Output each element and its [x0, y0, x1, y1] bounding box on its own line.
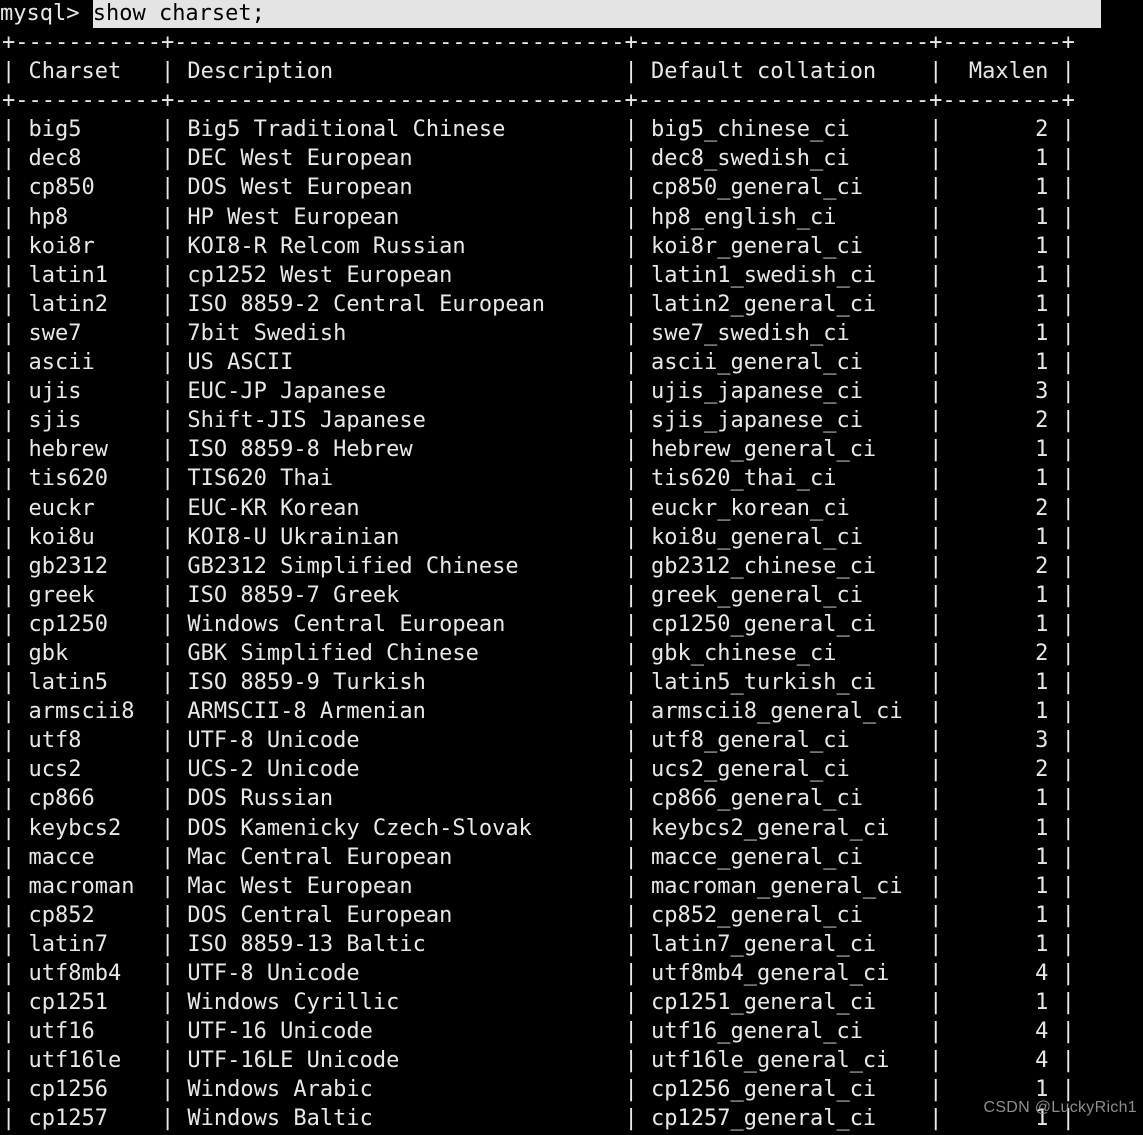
table-row: | big5 | Big5 Traditional Chinese | big5… — [2, 117, 1075, 143]
prompt-line: mysql> show charset; — [0, 0, 1143, 28]
table-row: | cp1257 | Windows Baltic | cp1257_gener… — [2, 1106, 1075, 1132]
table-row: | swe7 | 7bit Swedish | swe7_swedish_ci … — [2, 320, 1075, 346]
table-row: | koi8u | KOI8-U Ukrainian | koi8u_gener… — [2, 524, 1075, 550]
table-row: | macroman | Mac West European | macroma… — [2, 873, 1075, 899]
table-row: | utf16 | UTF-16 Unicode | utf16_general… — [2, 1019, 1075, 1045]
table-row: | dec8 | DEC West European | dec8_swedis… — [2, 146, 1075, 172]
table-row: | gb2312 | GB2312 Simplified Chinese | g… — [2, 553, 1075, 579]
table-row: | greek | ISO 8859-7 Greek | greek_gener… — [2, 582, 1075, 608]
table-row: | cp850 | DOS West European | cp850_gene… — [2, 175, 1075, 201]
table-row: | ucs2 | UCS-2 Unicode | ucs2_general_ci… — [2, 757, 1075, 783]
table-row: | utf8 | UTF-8 Unicode | utf8_general_ci… — [2, 728, 1075, 754]
table-row: | hp8 | HP West European | hp8_english_c… — [2, 204, 1075, 230]
table-rule: +-----------+---------------------------… — [2, 88, 1075, 114]
table-row: | euckr | EUC-KR Korean | euckr_korean_c… — [2, 495, 1075, 521]
query-result-table: +-----------+---------------------------… — [0, 28, 1143, 1135]
table-row: | utf16le | UTF-16LE Unicode | utf16le_g… — [2, 1048, 1075, 1074]
table-row: | latin5 | ISO 8859-9 Turkish | latin5_t… — [2, 670, 1075, 696]
table-row: | latin7 | ISO 8859-13 Baltic | latin7_g… — [2, 931, 1075, 957]
table-row: | cp852 | DOS Central European | cp852_g… — [2, 902, 1075, 928]
table-row: | cp866 | DOS Russian | cp866_general_ci… — [2, 786, 1075, 812]
command-input-selected[interactable]: show charset; — [92, 0, 1101, 28]
table-row: | tis620 | TIS620 Thai | tis620_thai_ci … — [2, 466, 1075, 492]
table-row: | hebrew | ISO 8859-8 Hebrew | hebrew_ge… — [2, 437, 1075, 463]
mysql-prompt: mysql> — [0, 1, 93, 26]
table-row: | cp1251 | Windows Cyrillic | cp1251_gen… — [2, 990, 1075, 1016]
table-row: | sjis | Shift-JIS Japanese | sjis_japan… — [2, 408, 1075, 434]
table-row: | koi8r | KOI8-R Relcom Russian | koi8r_… — [2, 233, 1075, 259]
table-row: | gbk | GBK Simplified Chinese | gbk_chi… — [2, 640, 1075, 666]
table-row: | cp1256 | Windows Arabic | cp1256_gener… — [2, 1077, 1075, 1103]
table-header-row: | Charset | Description | Default collat… — [2, 59, 1075, 85]
table-row: | cp1250 | Windows Central European | cp… — [2, 611, 1075, 637]
terminal-window[interactable]: mysql> show charset; +-----------+------… — [0, 0, 1143, 1135]
table-row: | ujis | EUC-JP Japanese | ujis_japanese… — [2, 379, 1075, 405]
table-rule: +-----------+---------------------------… — [2, 30, 1075, 55]
table-row: | armscii8 | ARMSCII-8 Armenian | armsci… — [2, 699, 1075, 725]
table-row: | keybcs2 | DOS Kamenicky Czech-Slovak |… — [2, 815, 1075, 841]
table-row: | ascii | US ASCII | ascii_general_ci | … — [2, 350, 1075, 376]
table-row: | utf8mb4 | UTF-8 Unicode | utf8mb4_gene… — [2, 961, 1075, 986]
table-row: | latin2 | ISO 8859-2 Central European |… — [2, 291, 1075, 317]
table-row: | macce | Mac Central European | macce_g… — [2, 844, 1075, 870]
table-row: | latin1 | cp1252 West European | latin1… — [2, 262, 1075, 288]
